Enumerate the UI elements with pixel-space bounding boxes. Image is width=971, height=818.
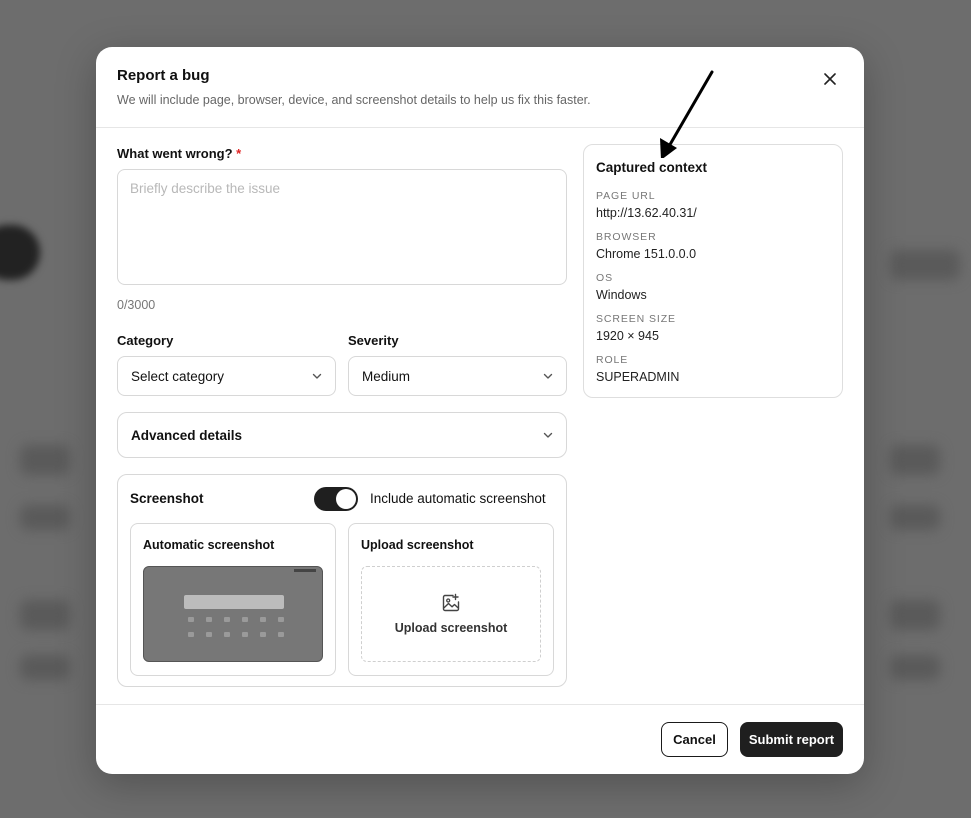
thumbnail-detail bbox=[278, 617, 284, 622]
severity-label: Severity bbox=[348, 333, 399, 348]
upload-screenshot-dropzone[interactable]: Upload screenshot bbox=[361, 566, 541, 662]
context-item-browser: BROWSER Chrome 151.0.0.0 bbox=[596, 231, 697, 272]
chevron-down-icon bbox=[543, 432, 553, 438]
context-item-screen-size: SCREEN SIZE 1920 × 945 bbox=[596, 313, 697, 354]
chevron-down-icon bbox=[312, 373, 322, 379]
background-shape bbox=[20, 505, 70, 530]
background-shape bbox=[20, 600, 70, 630]
thumbnail-detail bbox=[206, 617, 212, 622]
screenshot-thumbnail[interactable] bbox=[143, 566, 323, 662]
thumbnail-detail bbox=[188, 632, 194, 637]
include-screenshot-toggle[interactable] bbox=[314, 487, 358, 511]
context-item-os: OS Windows bbox=[596, 272, 697, 313]
background-shape bbox=[890, 445, 940, 475]
advanced-details-toggle[interactable]: Advanced details bbox=[117, 412, 567, 458]
context-key: OS bbox=[596, 272, 613, 284]
description-label-text: What went wrong? bbox=[117, 146, 233, 161]
dialog-footer: Cancel Submit report bbox=[96, 704, 864, 774]
context-key: PAGE URL bbox=[596, 190, 656, 202]
advanced-details-label: Advanced details bbox=[131, 427, 243, 443]
character-counter: 0/3000 bbox=[117, 298, 156, 312]
thumbnail-detail bbox=[294, 569, 316, 572]
thumbnail-detail bbox=[260, 617, 266, 622]
context-key: BROWSER bbox=[596, 231, 657, 243]
context-list: PAGE URL http://13.62.40.31/ BROWSER Chr… bbox=[596, 190, 697, 395]
background-avatar bbox=[0, 225, 40, 280]
screenshot-title: Screenshot bbox=[130, 491, 204, 506]
background-shape bbox=[890, 505, 940, 530]
context-key: ROLE bbox=[596, 354, 629, 366]
context-item-page-url: PAGE URL http://13.62.40.31/ bbox=[596, 190, 697, 231]
thumbnail-detail bbox=[224, 632, 230, 637]
close-icon bbox=[824, 73, 836, 85]
thumbnail-detail bbox=[224, 617, 230, 622]
dialog-subtitle: We will include page, browser, device, a… bbox=[117, 93, 591, 107]
thumbnail-detail bbox=[242, 632, 248, 637]
context-key: SCREEN SIZE bbox=[596, 313, 676, 325]
close-button[interactable] bbox=[820, 69, 840, 89]
screenshot-panel: Screenshot Include automatic screenshot … bbox=[117, 474, 567, 687]
background-shape bbox=[20, 445, 70, 475]
thumbnail-detail bbox=[278, 632, 284, 637]
thumbnail-detail bbox=[260, 632, 266, 637]
cancel-button[interactable]: Cancel bbox=[661, 722, 728, 757]
toggle-knob bbox=[336, 489, 356, 509]
category-select-value: Select category bbox=[131, 368, 225, 384]
background-shape bbox=[890, 655, 940, 680]
thumbnail-detail bbox=[206, 632, 212, 637]
background-shape bbox=[890, 600, 940, 630]
dialog-title: Report a bug bbox=[117, 67, 210, 84]
upload-screenshot-title: Upload screenshot bbox=[361, 538, 474, 552]
thumbnail-detail bbox=[242, 617, 248, 622]
upload-screenshot-card: Upload screenshot Upload screenshot bbox=[348, 523, 554, 676]
upload-screenshot-button-label: Upload screenshot bbox=[394, 621, 508, 635]
required-marker: * bbox=[236, 146, 242, 161]
dialog-header: Report a bug We will include page, brows… bbox=[96, 47, 864, 128]
captured-context-title: Captured context bbox=[596, 160, 708, 175]
captured-context-panel: Captured context PAGE URL http://13.62.4… bbox=[583, 144, 843, 398]
thumbnail-detail bbox=[184, 595, 284, 609]
severity-select[interactable]: Medium bbox=[348, 356, 567, 396]
context-item-role: ROLE SUPERADMIN bbox=[596, 354, 697, 395]
context-value: http://13.62.40.31/ bbox=[596, 206, 697, 220]
submit-report-button[interactable]: Submit report bbox=[740, 722, 843, 757]
severity-select-value: Medium bbox=[362, 368, 411, 384]
context-value: SUPERADMIN bbox=[596, 370, 680, 384]
context-value: Chrome 151.0.0.0 bbox=[596, 247, 697, 261]
chevron-down-icon bbox=[543, 373, 553, 379]
context-value: Windows bbox=[596, 288, 647, 302]
include-screenshot-label: Include automatic screenshot bbox=[370, 491, 546, 506]
background-shape bbox=[890, 250, 960, 280]
thumbnail-detail bbox=[188, 617, 194, 622]
context-value: 1920 × 945 bbox=[596, 329, 659, 343]
image-add-icon bbox=[442, 593, 460, 612]
automatic-screenshot-title: Automatic screenshot bbox=[143, 538, 275, 552]
description-label: What went wrong? * bbox=[117, 146, 241, 161]
annotation-arrow-icon bbox=[660, 70, 714, 158]
description-textarea[interactable] bbox=[117, 169, 567, 285]
automatic-screenshot-card: Automatic screenshot bbox=[130, 523, 336, 676]
background-shape bbox=[20, 655, 70, 680]
category-label: Category bbox=[117, 333, 174, 348]
category-select[interactable]: Select category bbox=[117, 356, 336, 396]
report-bug-dialog: Report a bug We will include page, brows… bbox=[96, 47, 864, 774]
